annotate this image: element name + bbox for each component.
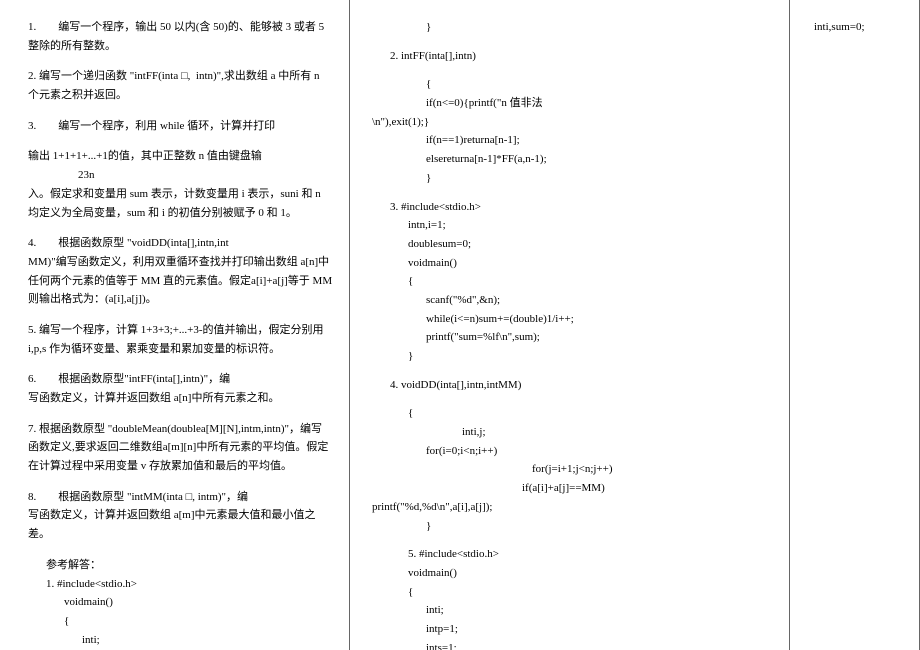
code-3-while: while(i<=n)sum+=(double)1/i++; bbox=[426, 310, 777, 329]
question-1: 1. 编写一个程序，输出 50 以内(含 50)的、能够被 3 或者 5 整除的… bbox=[28, 18, 333, 55]
question-6a: 6. 根据函数原型"intFF(inta[],intn)"，编 bbox=[28, 370, 333, 389]
code-3-scanf: scanf("%d",&n); bbox=[426, 291, 777, 310]
code-3-close: } bbox=[408, 347, 777, 366]
column-3: inti,sum=0; bbox=[790, 0, 920, 650]
question-3d: 入。假定求和变量用 sum 表示，计数变量用 i 表示，suni 和 n 均定义… bbox=[28, 185, 333, 222]
code-3-printf: printf("sum=%lf\n",sum); bbox=[426, 328, 777, 347]
code-4-brace: { bbox=[408, 404, 777, 423]
code-3-brace: { bbox=[408, 272, 777, 291]
question-7: 7. 根据函数原型 "doubleMean(doublea[M][N],intm… bbox=[28, 420, 333, 476]
answer-3-header: 3. #include<stdio.h> bbox=[390, 198, 777, 217]
question-6b: 写函数定义，计算并返回数组 a[n]中所有元素之和。 bbox=[28, 389, 333, 408]
code-1-inti: inti; bbox=[82, 631, 333, 650]
code-1-include: 1. #include<stdio.h> bbox=[46, 575, 333, 594]
code-4-if: if(a[i]+a[j]==MM) bbox=[522, 479, 777, 498]
code-4-for1: for(i=0;i<n;i++) bbox=[426, 442, 777, 461]
question-3c: 23n bbox=[78, 166, 333, 185]
question-2: 2. 编写一个递归函数 "intFF(inta □, intn)",求出数组 a… bbox=[28, 67, 333, 104]
code-5-brace: { bbox=[408, 583, 777, 602]
answer-4-header: 4. voidDD(inta[],intn,intMM) bbox=[390, 376, 777, 395]
code-3-main: voidmain() bbox=[408, 254, 777, 273]
question-4b: MM)"编写函数定义，利用双重循环查找并打印输出数组 a[n]中任何两个元素的值… bbox=[28, 253, 333, 309]
column-2: } 2. intFF(inta[],intn) { if(n<=0){print… bbox=[350, 0, 790, 650]
question-3b: 输出 1+1+1+...+1的值，其中正整数 n 值由键盘输 bbox=[28, 147, 333, 166]
question-4a: 4. 根据函数原型 "voidDD(inta[],intn,int bbox=[28, 234, 333, 253]
answer-2-header: 2. intFF(inta[],intn) bbox=[390, 47, 777, 66]
question-5: 5. 编写一个程序，计算 1+3+3;+...+3-的值并输出，假定分别用 i,… bbox=[28, 321, 333, 358]
code-2-if: if(n<=0){printf("n 值非法 bbox=[426, 94, 777, 113]
code-2-close: } bbox=[426, 169, 777, 188]
question-8a: 8. 根据函数原型 "intMM(inta □, intm)"，编 bbox=[28, 488, 333, 507]
code-4-close: } bbox=[426, 517, 777, 536]
code-5-inti: inti; bbox=[426, 601, 777, 620]
code-6-sum: inti,sum=0; bbox=[814, 18, 903, 37]
code-4-for2: for(j=i+1;j<n;j++) bbox=[532, 460, 777, 479]
code-3-sum: doublesum=0; bbox=[408, 235, 777, 254]
question-8b: 写函数定义，计算并返回数组 a[m]中元素最大值和最小值之差。 bbox=[28, 506, 333, 543]
answers-heading: 参考解答： bbox=[46, 556, 333, 575]
answer-5-header: 5. #include<stdio.h> bbox=[408, 545, 777, 564]
code-1-close: } bbox=[426, 18, 777, 37]
code-2-exit: \n"),exit(1);} bbox=[372, 113, 777, 132]
code-2-ret1: if(n==1)returna[n-1]; bbox=[426, 131, 777, 150]
code-5-intp: intp=1; bbox=[426, 620, 777, 639]
code-4-inti: inti,j; bbox=[462, 423, 777, 442]
code-3-intn: intn,i=1; bbox=[408, 216, 777, 235]
code-1-brace: { bbox=[64, 612, 333, 631]
code-4-printf: printf("%d,%d\n",a[i],a[j]); bbox=[372, 498, 777, 517]
code-2-ret2: elsereturna[n-1]*FF(a,n-1); bbox=[426, 150, 777, 169]
code-5-ints: ints=1; bbox=[426, 639, 777, 650]
column-1: 1. 编写一个程序，输出 50 以内(含 50)的、能够被 3 或者 5 整除的… bbox=[0, 0, 350, 650]
question-3a: 3. 编写一个程序，利用 while 循环，计算并打印 bbox=[28, 117, 333, 136]
code-2-brace: { bbox=[426, 75, 777, 94]
code-1-main: voidmain() bbox=[64, 593, 333, 612]
code-5-main: voidmain() bbox=[408, 564, 777, 583]
